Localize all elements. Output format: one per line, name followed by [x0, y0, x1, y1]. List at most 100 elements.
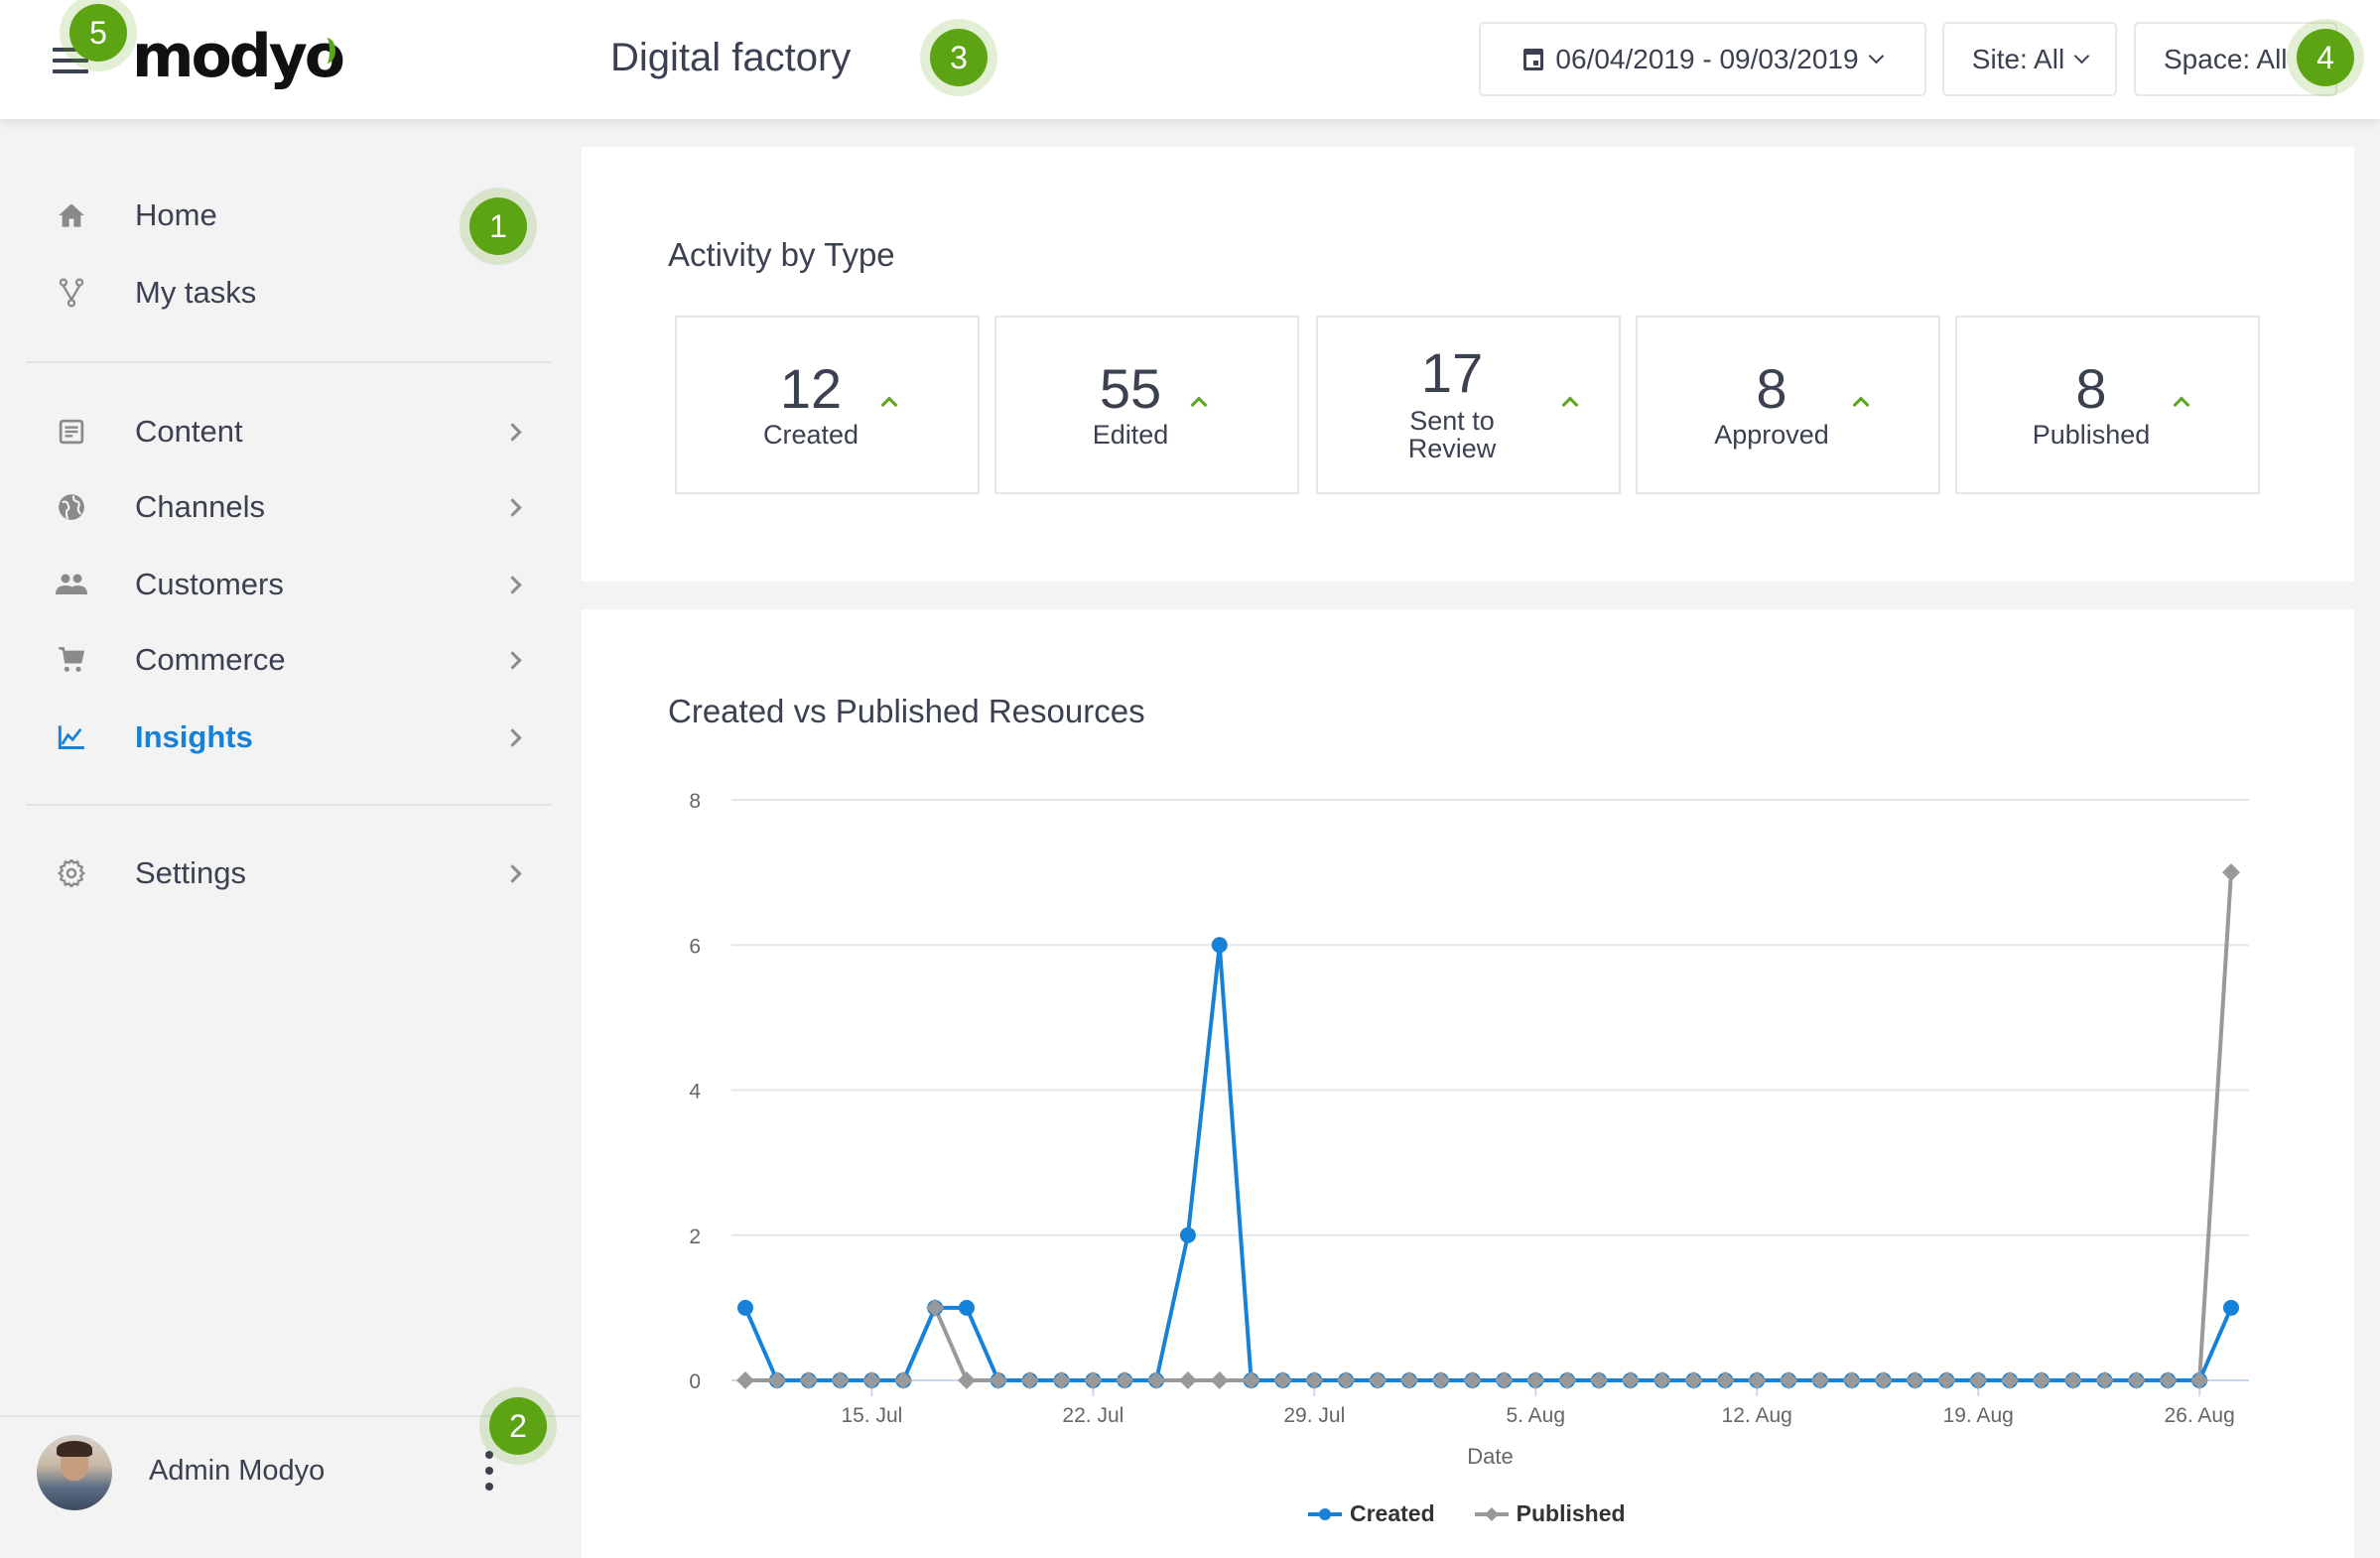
data-point-published — [1937, 1371, 1956, 1389]
fork-icon — [54, 275, 89, 311]
stat-label: Edited — [1092, 420, 1169, 450]
data-point-published — [1431, 1371, 1450, 1389]
legend-label: Created — [1350, 1500, 1435, 1526]
date-range-picker[interactable]: 06/04/2019 - 09/03/2019 — [1479, 22, 1926, 96]
home-icon — [54, 197, 89, 233]
data-point-published — [1874, 1371, 1893, 1389]
page-title: Digital factory — [610, 36, 852, 79]
data-point-published — [1495, 1371, 1514, 1389]
data-point-published — [1147, 1371, 1166, 1389]
x-tick-label: 5. Aug — [1506, 1404, 1565, 1427]
data-point-published — [767, 1371, 786, 1389]
sidebar-item-label: Commerce — [135, 642, 286, 677]
site-filter-dropdown[interactable]: Site: All — [1942, 22, 2117, 96]
data-point-published — [1399, 1371, 1418, 1389]
chevron-right-icon — [503, 863, 522, 883]
data-point-published — [1621, 1371, 1640, 1389]
stat-label-line2: Review — [1407, 434, 1497, 463]
legend-label: Published — [1516, 1500, 1626, 1526]
data-point-published — [1842, 1371, 1861, 1389]
sidebar-item-customers[interactable]: Customers — [0, 553, 581, 616]
data-point-created — [1179, 1227, 1196, 1243]
user-menu-button[interactable] — [481, 1451, 497, 1494]
data-point-published — [1337, 1371, 1356, 1389]
chevron-right-icon — [503, 575, 522, 594]
data-point-published — [926, 1298, 945, 1317]
data-point-published — [1084, 1371, 1103, 1389]
x-tick-label: 22. Jul — [1062, 1404, 1124, 1427]
data-point-created — [737, 1299, 753, 1316]
sidebar-divider — [26, 361, 552, 363]
stat-card-approved: 8 Approved — [1636, 316, 1940, 494]
stat-label: Approved — [1714, 420, 1829, 450]
sidebar-item-label: My tasks — [135, 275, 257, 310]
chevron-right-icon — [503, 497, 522, 517]
circle-marker-icon — [1308, 1507, 1342, 1520]
annotation-badge-2: 2 — [489, 1397, 547, 1455]
data-point-published — [736, 1371, 754, 1389]
activity-title: Activity by Type — [668, 236, 895, 273]
kebab-icon — [485, 1451, 493, 1459]
data-point-published — [2063, 1371, 2082, 1389]
sidebar-item-content[interactable]: Content — [0, 400, 581, 463]
data-point-published — [1748, 1371, 1767, 1389]
sidebar-item-commerce[interactable]: Commerce — [0, 628, 581, 692]
stat-label-line1: Sent to — [1409, 406, 1495, 436]
user-name: Admin Modyo — [149, 1455, 326, 1487]
legend-item-published[interactable]: Published — [1474, 1500, 1626, 1527]
stat-card-sent-to-review: 17 Sent to Review — [1316, 316, 1621, 494]
y-tick-label: 8 — [689, 790, 701, 813]
data-point-published — [957, 1371, 976, 1389]
data-point-published — [1558, 1371, 1577, 1389]
x-tick-label: 12. Aug — [1722, 1404, 1792, 1427]
data-point-published — [1653, 1371, 1671, 1389]
data-point-published — [1463, 1371, 1482, 1389]
stat-value: 8 — [2075, 357, 2107, 420]
people-icon — [54, 567, 89, 602]
data-point-published — [1242, 1371, 1260, 1389]
sidebar-item-label: Home — [135, 197, 217, 232]
stat-card-created: 12 Created — [675, 316, 980, 494]
data-point-published — [1906, 1371, 1924, 1389]
data-point-published — [1273, 1371, 1292, 1389]
y-tick-label: 0 — [689, 1370, 701, 1393]
data-point-published — [799, 1371, 818, 1389]
document-icon — [54, 414, 89, 450]
sidebar-item-label: Channels — [135, 489, 265, 524]
sidebar: Home My tasks Content Channels Customers… — [0, 119, 581, 1558]
data-point-published — [1210, 1371, 1229, 1389]
cart-icon — [54, 642, 89, 678]
x-tick-label: 29. Jul — [1283, 1404, 1345, 1427]
y-tick-label: 6 — [689, 935, 701, 958]
sidebar-item-my-tasks[interactable]: My tasks — [0, 261, 581, 325]
modyo-logo[interactable]: modyo — [132, 22, 345, 91]
sidebar-item-insights[interactable]: Insights — [0, 706, 581, 769]
data-point-published — [1780, 1371, 1798, 1389]
chevron-right-icon — [503, 650, 522, 670]
sidebar-item-settings[interactable]: Settings — [0, 842, 581, 905]
data-point-published — [1116, 1371, 1134, 1389]
stat-card-edited: 55 Edited — [994, 316, 1299, 494]
activity-panel: Activity by Type 12 Created 55 Edited 17… — [582, 147, 2354, 582]
date-range-value: 06/04/2019 - 09/03/2019 — [1555, 43, 1859, 74]
x-tick-label: 19. Aug — [1943, 1404, 2014, 1427]
legend-item-created[interactable]: Created — [1308, 1500, 1435, 1527]
data-point-published — [831, 1371, 850, 1389]
data-point-published — [1810, 1371, 1829, 1389]
stat-value: 17 — [1420, 341, 1484, 404]
calendar-icon — [1523, 48, 1544, 70]
avatar[interactable] — [37, 1435, 112, 1510]
data-point-published — [1716, 1371, 1735, 1389]
sidebar-divider — [26, 804, 552, 806]
line-chart: 0 2 4 6 8 15. Jul 22. Jul 29. Jul 5. Aug 12. Aug 1… — [689, 790, 2249, 1469]
sidebar-item-label: Insights — [135, 719, 253, 754]
sidebar-item-label: Content — [135, 414, 243, 449]
annotation-badge-1: 1 — [469, 197, 527, 255]
top-header: modyo Digital factory 06/04/2019 - 09/03… — [0, 0, 2380, 119]
sidebar-item-channels[interactable]: Channels — [0, 475, 581, 539]
data-point-published — [2032, 1371, 2050, 1389]
data-point-published — [1052, 1371, 1071, 1389]
logo-mark-icon — [318, 38, 335, 64]
data-point-published — [894, 1371, 913, 1389]
data-point-published — [862, 1371, 881, 1389]
